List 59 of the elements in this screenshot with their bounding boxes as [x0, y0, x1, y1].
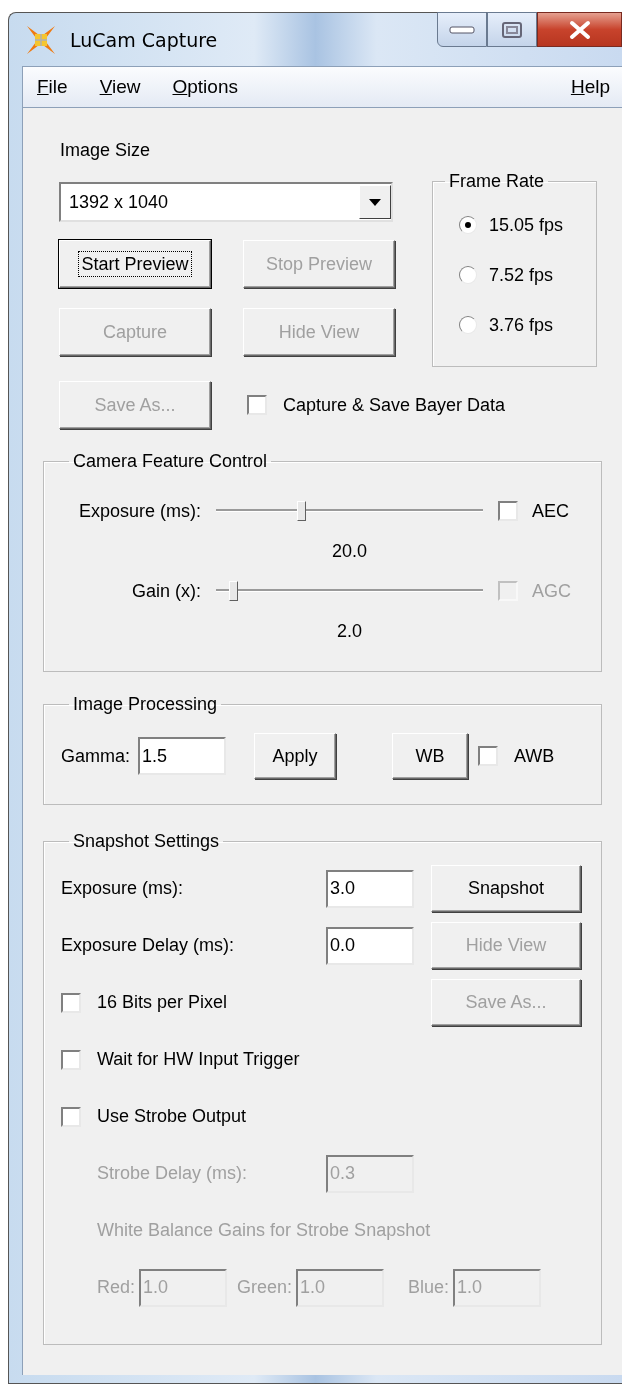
- slider-label: Exposure (ms):: [77, 500, 201, 522]
- group-label: Frame Rate: [448, 171, 546, 192]
- close-icon: [567, 19, 592, 40]
- radio-button[interactable]: [459, 216, 477, 234]
- window-title: LuCam Capture: [70, 28, 218, 51]
- checkbox-label: Use Strobe Output: [97, 1106, 248, 1127]
- checkbox-label: Wait for HW Input Trigger: [97, 1049, 301, 1070]
- checkbox[interactable]: [498, 501, 518, 521]
- checkbox[interactable]: [247, 395, 267, 415]
- slider-thumb[interactable]: [229, 581, 239, 601]
- section-label: White Balance Gains for Strobe Snapshot: [97, 1220, 431, 1241]
- slider-value: 2.0: [336, 620, 363, 642]
- checkbox-label: Capture & Save Bayer Data: [283, 394, 506, 416]
- field-label: Exposure Delay (ms):: [61, 935, 236, 956]
- checkbox[interactable]: [61, 1049, 81, 1070]
- maximize-button[interactable]: [487, 12, 537, 47]
- radio-button[interactable]: [459, 316, 477, 334]
- slider-value: 20.0: [330, 540, 368, 562]
- field-label: Exposure (ms):: [61, 878, 185, 899]
- checkbox[interactable]: [478, 746, 498, 766]
- checkbox-label: AGC: [532, 580, 571, 602]
- group-label: Image Processing: [72, 694, 219, 715]
- input-field[interactable]: 0.0: [326, 926, 414, 965]
- radio-button[interactable]: [459, 266, 477, 284]
- menu-item[interactable]: Options: [172, 76, 250, 98]
- snapshot-button[interactable]: Snapshot: [431, 865, 581, 912]
- gamma-label: Gamma:: [61, 745, 130, 767]
- group-label: Camera Feature Control: [72, 451, 269, 472]
- dropdown-arrow-icon: [369, 198, 381, 206]
- group-label: Snapshot Settings: [72, 831, 221, 852]
- checkbox-label: 16 Bits per Pixel: [97, 992, 229, 1013]
- image-size-dropdown[interactable]: 1392 x 1040: [59, 182, 393, 222]
- app-icon: [26, 24, 56, 55]
- input-field[interactable]: 3.0: [326, 869, 414, 908]
- checkbox[interactable]: [61, 1106, 81, 1127]
- apply-button[interactable]: Apply: [254, 733, 336, 779]
- menu-item[interactable]: Help: [570, 76, 622, 98]
- minimize-button[interactable]: [437, 12, 487, 47]
- field-label: Blue:: [408, 1277, 450, 1298]
- radio-label: 3.76 fps: [489, 314, 554, 336]
- checkbox[interactable]: [61, 992, 81, 1013]
- field-label: Green:: [237, 1277, 293, 1298]
- field-label: Red:: [97, 1277, 136, 1298]
- preview-button[interactable]: Start Preview: [59, 240, 211, 288]
- radio-label: 7.52 fps: [489, 264, 554, 286]
- image-size-label: Image Size: [60, 139, 152, 162]
- close-button[interactable]: [537, 12, 622, 47]
- field-label: Strobe Delay (ms):: [97, 1163, 249, 1184]
- radio-label: 15.05 fps: [489, 214, 564, 236]
- wb-button[interactable]: WB: [392, 733, 468, 779]
- slider-thumb[interactable]: [297, 501, 307, 521]
- checkbox-label: AWB: [514, 745, 555, 767]
- slider-label: Gain (x):: [131, 580, 201, 602]
- minimize-icon: [449, 24, 475, 35]
- checkbox-label: AEC: [532, 500, 569, 522]
- menu-item[interactable]: View: [99, 76, 153, 98]
- gamma-field[interactable]: 1.5: [138, 737, 226, 775]
- menu-item[interactable]: File: [37, 76, 80, 98]
- maximize-icon: [501, 20, 523, 39]
